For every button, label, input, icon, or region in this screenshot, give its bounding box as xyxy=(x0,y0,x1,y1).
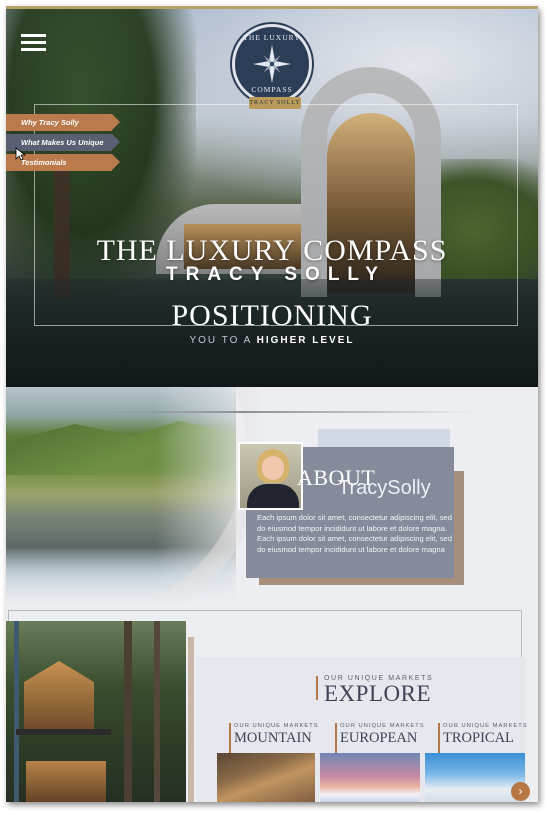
markets-accent-bar xyxy=(188,637,194,802)
hero-heading: POSITIONING xyxy=(171,299,373,332)
tree-trunk xyxy=(154,621,160,802)
portrait-face xyxy=(262,456,284,480)
market-kicker: OUR UNIQUE MARKETS xyxy=(443,723,528,729)
market-title: EUROPEAN xyxy=(340,730,418,746)
hero-title: THE LUXURY COMPASS xyxy=(96,234,448,267)
compass-star-icon xyxy=(253,45,291,83)
tropical-market-thumbnail[interactable] xyxy=(425,753,525,802)
treehouse-lower-cabin xyxy=(26,761,106,802)
treehouse-image xyxy=(6,621,186,802)
tree-trunk xyxy=(14,621,19,802)
mouse-pointer-icon xyxy=(15,147,27,161)
hero-tagline: YOU TO A HIGHER LEVEL xyxy=(6,335,538,346)
mountain-market-thumbnail[interactable] xyxy=(217,753,315,802)
hero-name: TRACY SOLLY xyxy=(166,264,386,285)
market-european[interactable]: OUR UNIQUE MARKETS EUROPEAN xyxy=(335,723,425,767)
menu-line xyxy=(21,41,46,44)
logo-ring-top: THE LUXURY xyxy=(243,33,301,42)
landscape-bottom-fade xyxy=(6,547,266,609)
market-title: TROPICAL xyxy=(443,730,514,746)
tracy-solly-portrait xyxy=(238,442,303,510)
market-kicker: OUR UNIQUE MARKETS xyxy=(234,723,319,729)
hero-tagline-light: YOU TO A xyxy=(189,335,252,346)
menu-line xyxy=(21,34,46,37)
menu-line xyxy=(21,48,46,51)
market-title: MOUNTAIN xyxy=(234,730,312,746)
market-tropical[interactable]: OUR UNIQUE MARKETS TROPICAL xyxy=(438,723,528,767)
hamburger-menu-icon[interactable] xyxy=(21,34,46,52)
market-kicker: OUR UNIQUE MARKETS xyxy=(340,723,425,729)
side-menu: Why Tracy Solly What Makes Us Unique Tes… xyxy=(6,114,120,174)
logo-ring-bottom: COMPASS xyxy=(251,85,293,94)
about-section: ABOUT TracySolly Each ipsum dolor sit am… xyxy=(6,387,538,609)
about-body-text: Each ipsum dolor sit amet, consectetur a… xyxy=(257,513,453,554)
explore-title: EXPLORE xyxy=(324,681,431,706)
about-name: TracySolly xyxy=(338,477,431,499)
treehouse-cabin xyxy=(24,661,94,731)
section-divider xyxy=(86,411,476,413)
chevron-right-icon: › xyxy=(518,784,523,798)
tree-trunk xyxy=(124,621,132,802)
side-menu-item-why-tracy[interactable]: Why Tracy Solly xyxy=(6,114,120,131)
european-market-thumbnail[interactable] xyxy=(320,753,420,802)
page-frame: THE LUXURY COMPASS TRACY SOLLY Why Tracy… xyxy=(6,6,538,802)
logo-tag: TRACY SOLLY xyxy=(249,97,301,109)
markets-section: OUR UNIQUE MARKETS EXPLORE OUR UNIQUE MA… xyxy=(6,609,538,802)
portrait-body xyxy=(247,484,299,508)
luxury-compass-logo[interactable]: THE LUXURY COMPASS TRACY SOLLY xyxy=(232,24,312,109)
explore-accent-line xyxy=(316,676,318,700)
market-mountain[interactable]: OUR UNIQUE MARKETS MOUNTAIN xyxy=(229,723,319,767)
treehouse-deck xyxy=(16,729,111,735)
hero-section: THE LUXURY COMPASS TRACY SOLLY Why Tracy… xyxy=(6,9,538,387)
next-arrow-button[interactable]: › xyxy=(511,782,530,801)
hero-tagline-strong: HIGHER LEVEL xyxy=(256,335,355,346)
